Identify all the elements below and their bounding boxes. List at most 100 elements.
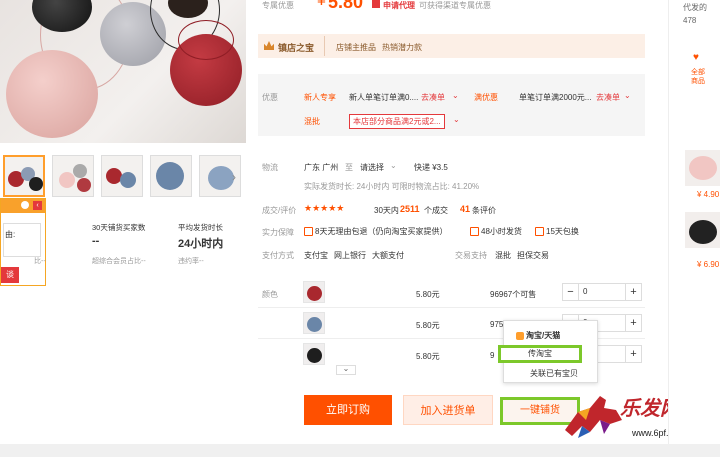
price-value: 5.80: [328, 0, 364, 12]
popup-title: 淘宝/天猫: [516, 330, 560, 341]
payment-method-bank: 网上银行: [334, 251, 366, 260]
popup-link-existing[interactable]: 关联已有宝贝: [530, 368, 578, 379]
chat-icon: [21, 201, 29, 209]
stat-sub-buyers: 超综合会员占比--: [92, 258, 146, 265]
rating-review-count[interactable]: 41: [460, 204, 470, 214]
rating-deal-count[interactable]: 2511: [400, 204, 420, 214]
shop-treasure-bar: 镇店之宝 店铺主推品 热销潜力款: [258, 34, 645, 58]
shop-badge: 镇店之宝: [278, 43, 315, 53]
promo-tag-discount: 满优惠: [474, 93, 498, 102]
heart-icon[interactable]: ♥: [693, 52, 699, 63]
stat-sub-ship-time: 违约率--: [178, 258, 204, 265]
crown-icon: [264, 41, 274, 50]
taobao-icon: [516, 331, 524, 340]
sku-price: 5.80元: [416, 290, 440, 299]
sku-stock: 9: [490, 351, 495, 360]
sidebar-all-products[interactable]: 全部商品: [691, 68, 711, 86]
thumbnail-1[interactable]: [3, 155, 45, 197]
clock-icon: [470, 227, 479, 237]
guarantee-exchange: 15天包换: [535, 226, 579, 237]
sku-stock: 975: [490, 320, 504, 329]
shipping-express: 快递 ¥3.5: [414, 163, 448, 172]
sidebar-price: ¥ 4.90: [697, 190, 720, 199]
sku-stock: 96967个可售: [490, 290, 537, 299]
sku-price: 5.80元: [416, 352, 440, 361]
stat-label-buyers: 30天铺货买家数: [92, 223, 146, 232]
quantity-stepper: − 0 +: [562, 283, 642, 301]
chat-prompt-text: 由:: [5, 230, 16, 239]
minus-button[interactable]: −: [563, 284, 579, 300]
chevron-down-icon[interactable]: ⌄: [453, 115, 460, 124]
rating-deal-suffix: 个成交: [424, 206, 448, 215]
payment-method-alipay: 支付宝: [304, 251, 328, 260]
chat-button[interactable]: 谈: [1, 267, 19, 283]
sku-thumbnail[interactable]: [303, 281, 325, 303]
quantity-input[interactable]: 0: [583, 287, 587, 296]
shipping-destination-select[interactable]: 请选择: [360, 162, 384, 173]
shop-text: 店铺主推品: [336, 43, 376, 52]
plus-button[interactable]: +: [625, 346, 641, 362]
chevron-right-icon[interactable]: ›: [232, 170, 236, 184]
buy-now-button[interactable]: 立即订购: [304, 395, 392, 425]
thumbnail-4[interactable]: [150, 155, 192, 197]
shop-subtext: 热销潜力款: [382, 43, 422, 52]
price-label: 专属优惠: [262, 1, 294, 10]
price-currency: ¥: [317, 0, 326, 9]
thumbnail-2[interactable]: [52, 155, 94, 197]
promo-tag-mixed: 混批: [304, 117, 320, 126]
right-sidebar: 代发的 478 ♥ 全部商品 ¥ 4.90 ¥ 6.90: [668, 0, 720, 457]
promo-coupon-newuser[interactable]: 去凑单: [421, 92, 445, 103]
sidebar-product-thumb[interactable]: [685, 212, 720, 248]
sidebar-label: 代发的: [683, 3, 707, 12]
payment-label: 支付方式: [262, 251, 294, 260]
shipping-stats: 实际发货时长: 24小时内 可限时物流占比: 41.20%: [304, 182, 480, 191]
guarantee-return: 8天无理由包退（仍向淘宝买家提供）: [304, 226, 447, 237]
sku-thumbnail[interactable]: [303, 343, 325, 365]
apply-agent-link[interactable]: 申请代理: [383, 0, 415, 11]
sidebar-count: 478: [683, 16, 697, 25]
shipping-from: 广东 广州: [304, 163, 339, 172]
price-row: 专属优惠 ¥ 5.80 申请代理 可获得渠道专属优惠: [262, 0, 662, 13]
main-product-image[interactable]: [0, 0, 246, 143]
promo-tag-newuser: 新人专享: [304, 93, 336, 102]
sidebar-product-thumb[interactable]: [685, 150, 720, 186]
chat-header: ‹: [1, 199, 45, 213]
promo-text-mixed[interactable]: 本店部分商品满2元或2...: [349, 114, 445, 129]
plus-button[interactable]: +: [625, 284, 641, 300]
stat-label-ship-time: 平均发货时长: [178, 223, 223, 232]
apply-agent-note: 可获得渠道专属优惠: [419, 1, 491, 10]
close-icon[interactable]: ‹: [33, 201, 42, 210]
shipping-label: 物流: [262, 163, 278, 172]
sku-row: 5.80元 96967个可售 − 0 +: [258, 277, 645, 307]
promo-text-newuser: 新人单笔订单满0....: [349, 93, 419, 102]
promo-text-discount: 单笔订单满2000元...: [519, 93, 592, 102]
bottom-bar: [0, 444, 720, 457]
promotion-box: 优惠 新人专享 新人单笔订单满0.... 去凑单 ⌄ 满优惠 单笔订单满2000…: [258, 74, 645, 136]
guarantee-ship: 48小时发货: [470, 226, 522, 237]
expand-more-button[interactable]: ⌄: [336, 365, 356, 375]
stat-value-ship-time: 24小时内: [178, 238, 224, 250]
sku-price: 5.80元: [416, 321, 440, 330]
shipping-to-label: 至: [345, 163, 353, 172]
chevron-down-icon[interactable]: ⌄: [390, 161, 397, 170]
site-watermark-logo: 乐发网 www.6pf.cn: [560, 388, 680, 442]
guarantee-label: 实力保障: [262, 228, 294, 237]
trade-support-escrow: 担保交易: [517, 251, 549, 260]
rating-review-suffix: 条评价: [472, 206, 496, 215]
thumbnail-3[interactable]: [101, 155, 143, 197]
promo-coupon-discount[interactable]: 去凑单: [596, 92, 620, 103]
chevron-down-icon[interactable]: ⌄: [452, 91, 459, 100]
add-to-cart-button[interactable]: 加入进货单: [403, 395, 493, 425]
promo-label: 优惠: [262, 93, 278, 102]
return-icon: [304, 227, 313, 237]
trade-support-label: 交易支持: [455, 251, 487, 260]
sidebar-price: ¥ 6.90: [697, 260, 720, 269]
stat-value-buyers: --: [92, 235, 100, 247]
chat-widget: ‹ 由: 谈: [0, 198, 46, 286]
popup-upload-taobao[interactable]: 传淘宝: [498, 345, 582, 363]
sku-thumbnail[interactable]: [303, 312, 325, 334]
chevron-down-icon[interactable]: ⌄: [624, 91, 631, 100]
plus-button[interactable]: +: [625, 315, 641, 331]
exchange-icon: [535, 227, 544, 237]
trade-support-mixed: 混批: [495, 251, 511, 260]
